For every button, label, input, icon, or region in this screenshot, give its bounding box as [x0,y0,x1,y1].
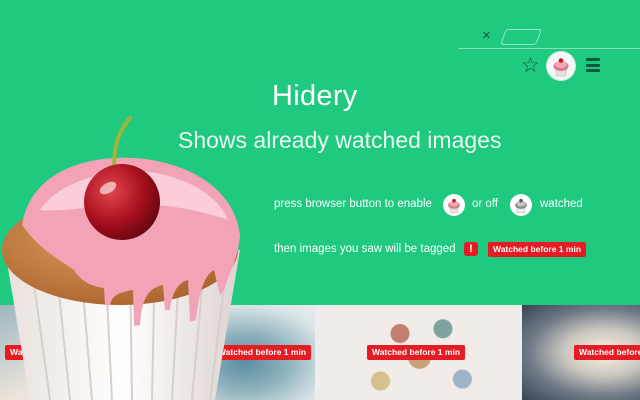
cupcake-off-icon [510,194,532,216]
cupcake-icon [553,58,569,77]
page-title: Hidery [272,80,358,112]
thumbnail-badge-4: Watched before 1 min [574,345,640,360]
extension-button[interactable] [547,52,575,80]
hamburger-menu-icon[interactable] [586,58,600,72]
instruction-line-2: then images you saw will be tagged [274,243,456,255]
alert-icon: ! [464,242,478,256]
instruction-prefix: press browser button to enable [274,198,432,210]
watched-badge-example: Watched before 1 min [488,242,587,257]
cupcake-illustration [2,116,240,400]
instruction-line-1: press browser button to enable [274,198,432,210]
instruction-suffix: watched [540,198,583,210]
thumbnail-badge-3: Watched before 1 min [367,345,466,360]
close-tab-icon[interactable]: × [482,28,491,43]
cupcake-on-icon [443,194,465,216]
browser-toolbar-divider [458,48,640,49]
new-tab-icon[interactable] [500,29,542,45]
instruction-middle: or off [472,198,498,210]
star-bookmark-icon[interactable]: ☆ [521,55,540,77]
